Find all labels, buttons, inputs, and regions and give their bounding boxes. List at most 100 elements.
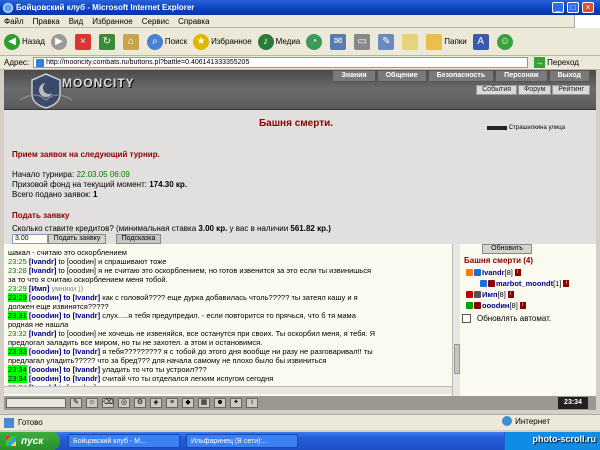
menu-file[interactable]: Файл [4, 17, 24, 26]
player-info-icon[interactable]: i [507, 291, 514, 298]
chat-vertical-scrollbar[interactable] [452, 244, 460, 396]
taskbar-item-messenger[interactable]: Ильфаринец (В сети):... [186, 434, 298, 448]
chat-message-input[interactable] [6, 398, 66, 408]
discuss-button[interactable] [402, 33, 420, 50]
mail-button[interactable]: ✉ [330, 33, 348, 50]
chat-text: за то что я считаю оскорблением меня тоб… [8, 275, 168, 284]
player-row[interactable]: Имп [8] i [466, 290, 514, 299]
send-message-icon[interactable]: ✎ [70, 398, 82, 408]
refresh-players-button[interactable]: Обновить [482, 244, 532, 254]
chat-message: должен еще извинятся????? [8, 302, 448, 311]
nav-knowledge[interactable]: Знания [332, 70, 376, 82]
tournament-start-row: Начало турнира: 22.03.05 06:09 [12, 170, 130, 179]
info-icon[interactable]: i [246, 398, 258, 408]
chat-text: умники )) [51, 284, 84, 293]
chat-nick[interactable]: [оооdин] to [Ivandr] [29, 311, 100, 320]
settings-icon[interactable]: ⚙ [134, 398, 146, 408]
close-button[interactable]: × [582, 2, 594, 13]
forward-button[interactable]: ▶ [50, 33, 69, 50]
chat-text: предлагал уладить????? что за бред??? дл… [8, 356, 327, 365]
hint-button[interactable]: Подсказка [116, 234, 161, 244]
address-input[interactable]: http://mooncity.combats.ru/buttons.pl?ba… [33, 57, 529, 68]
menu-view[interactable]: Вид [69, 17, 83, 26]
chat-nick[interactable]: [оооdин] to [Ivandr] [29, 347, 100, 356]
auto-refresh-row[interactable]: Обновлять автомат. [462, 314, 551, 323]
player-row[interactable]: marbot_moondt [1] i [480, 279, 570, 288]
prize-label: Призовой фонд на текущий момент: [12, 180, 147, 189]
player-row[interactable]: Ivandr [8] i [466, 268, 521, 277]
chat-horizontal-scrollbar[interactable] [4, 386, 452, 394]
chat-nick[interactable]: [Ivandr] [29, 257, 57, 266]
font-button[interactable]: A [472, 33, 491, 50]
folder-icon [426, 33, 443, 50]
media-button[interactable]: ♪ Медиа [257, 33, 300, 50]
exit-street-link[interactable]: Страшилкина улица [486, 125, 565, 131]
submit-application-button[interactable]: Подать заявку [48, 234, 106, 244]
nav-exit[interactable]: Выход [548, 70, 590, 82]
player-info-icon[interactable]: i [563, 280, 570, 287]
menu-edit[interactable]: Правка [33, 17, 60, 26]
chat-text: я тебя????????? я с тобой до этого дня в… [102, 347, 373, 356]
player-name[interactable]: Ivandr [482, 268, 505, 277]
player-info-icon[interactable]: i [514, 269, 521, 276]
chat-nick[interactable]: [Ivandr] [29, 266, 57, 275]
address-url: http://mooncity.combats.ru/buttons.pl?ba… [46, 59, 250, 66]
scroll-icon[interactable]: ≡ [166, 398, 178, 408]
messenger-button[interactable]: ☺ [496, 33, 515, 50]
balance-value: 561.82 кр.) [290, 224, 331, 233]
nav-forum[interactable]: Форум [518, 85, 552, 95]
player-level: [8] [504, 268, 513, 277]
start-button[interactable]: пуск [0, 432, 60, 450]
chat-nick[interactable]: [оооdин] to [Ivandr] [29, 293, 100, 302]
maximize-button[interactable]: □ [567, 2, 579, 13]
brand-logo-text: MOONCITY [62, 76, 135, 90]
print-button[interactable]: ▭ [354, 33, 372, 50]
player-name[interactable]: оооdин [482, 301, 509, 310]
chat-nick[interactable]: [оооdин] to [Ivandr] [29, 374, 100, 383]
search-button[interactable]: ⌕ Поиск [146, 33, 187, 50]
chat-message: предлагал уладить????? что за бред??? дл… [8, 356, 448, 365]
home-button[interactable]: ⌂ [122, 33, 141, 50]
refresh-page-button[interactable]: ↻ [98, 33, 117, 50]
player-info-icon[interactable]: i [519, 302, 526, 309]
edit-button[interactable]: ✎ [378, 33, 396, 50]
player-row[interactable]: оооdин [8] i [466, 301, 526, 310]
nav-rating[interactable]: Рейтинг [552, 85, 590, 95]
history-button[interactable]: ◔ [306, 33, 324, 50]
map-icon[interactable]: ▦ [198, 398, 210, 408]
player-name[interactable]: Имп [482, 290, 497, 299]
nav-character[interactable]: Персонаж [495, 70, 548, 82]
menu-favorites[interactable]: Избранное [92, 17, 133, 26]
taskbar-item-browser[interactable]: Бойцовский клуб - M... [68, 434, 180, 448]
favorites-button[interactable]: ★ Избранное [193, 33, 252, 50]
stake-input[interactable]: 3.00 [12, 234, 48, 244]
menu-tools[interactable]: Сервис [142, 17, 169, 26]
menu-help[interactable]: Справка [178, 17, 209, 26]
exit-arrow-icon [486, 126, 507, 130]
filter-icon[interactable]: ◎ [118, 398, 130, 408]
bag-icon[interactable]: ◆ [182, 398, 194, 408]
player-name[interactable]: marbot_moondt [496, 279, 553, 288]
chat-log[interactable]: шакал - считаю это оскорблением 23:25 [Iv… [4, 244, 452, 396]
smile-icon[interactable]: ☺ [86, 398, 98, 408]
minimize-button[interactable]: _ [552, 2, 564, 13]
shield-icon[interactable]: ◈ [150, 398, 162, 408]
back-label: Назад [22, 37, 45, 46]
friends-icon[interactable]: ☻ [214, 398, 226, 408]
chat-nick[interactable]: [Имп] [29, 284, 49, 293]
clear-chat-icon[interactable]: ⌫ [102, 398, 114, 408]
nav-security[interactable]: Безопасность [427, 70, 495, 82]
folders-button[interactable]: Папки [426, 33, 467, 50]
auto-refresh-checkbox[interactable] [462, 314, 471, 323]
chat-nick[interactable]: [оооdин] to [Ivandr] [29, 365, 100, 374]
nav-events[interactable]: События [476, 85, 518, 95]
nav-communication[interactable]: Общение [376, 70, 427, 82]
chat-nick[interactable]: [Ivandr] [29, 329, 57, 338]
stop-button[interactable]: × [74, 33, 93, 50]
go-button[interactable]: → Переход [534, 57, 579, 68]
chat-timestamp: 23:28 [8, 266, 27, 275]
back-button[interactable]: ◀ Назад [4, 33, 45, 50]
quest-icon[interactable]: ✦ [230, 398, 242, 408]
star-icon: ★ [193, 33, 210, 50]
align-icon [474, 291, 481, 298]
